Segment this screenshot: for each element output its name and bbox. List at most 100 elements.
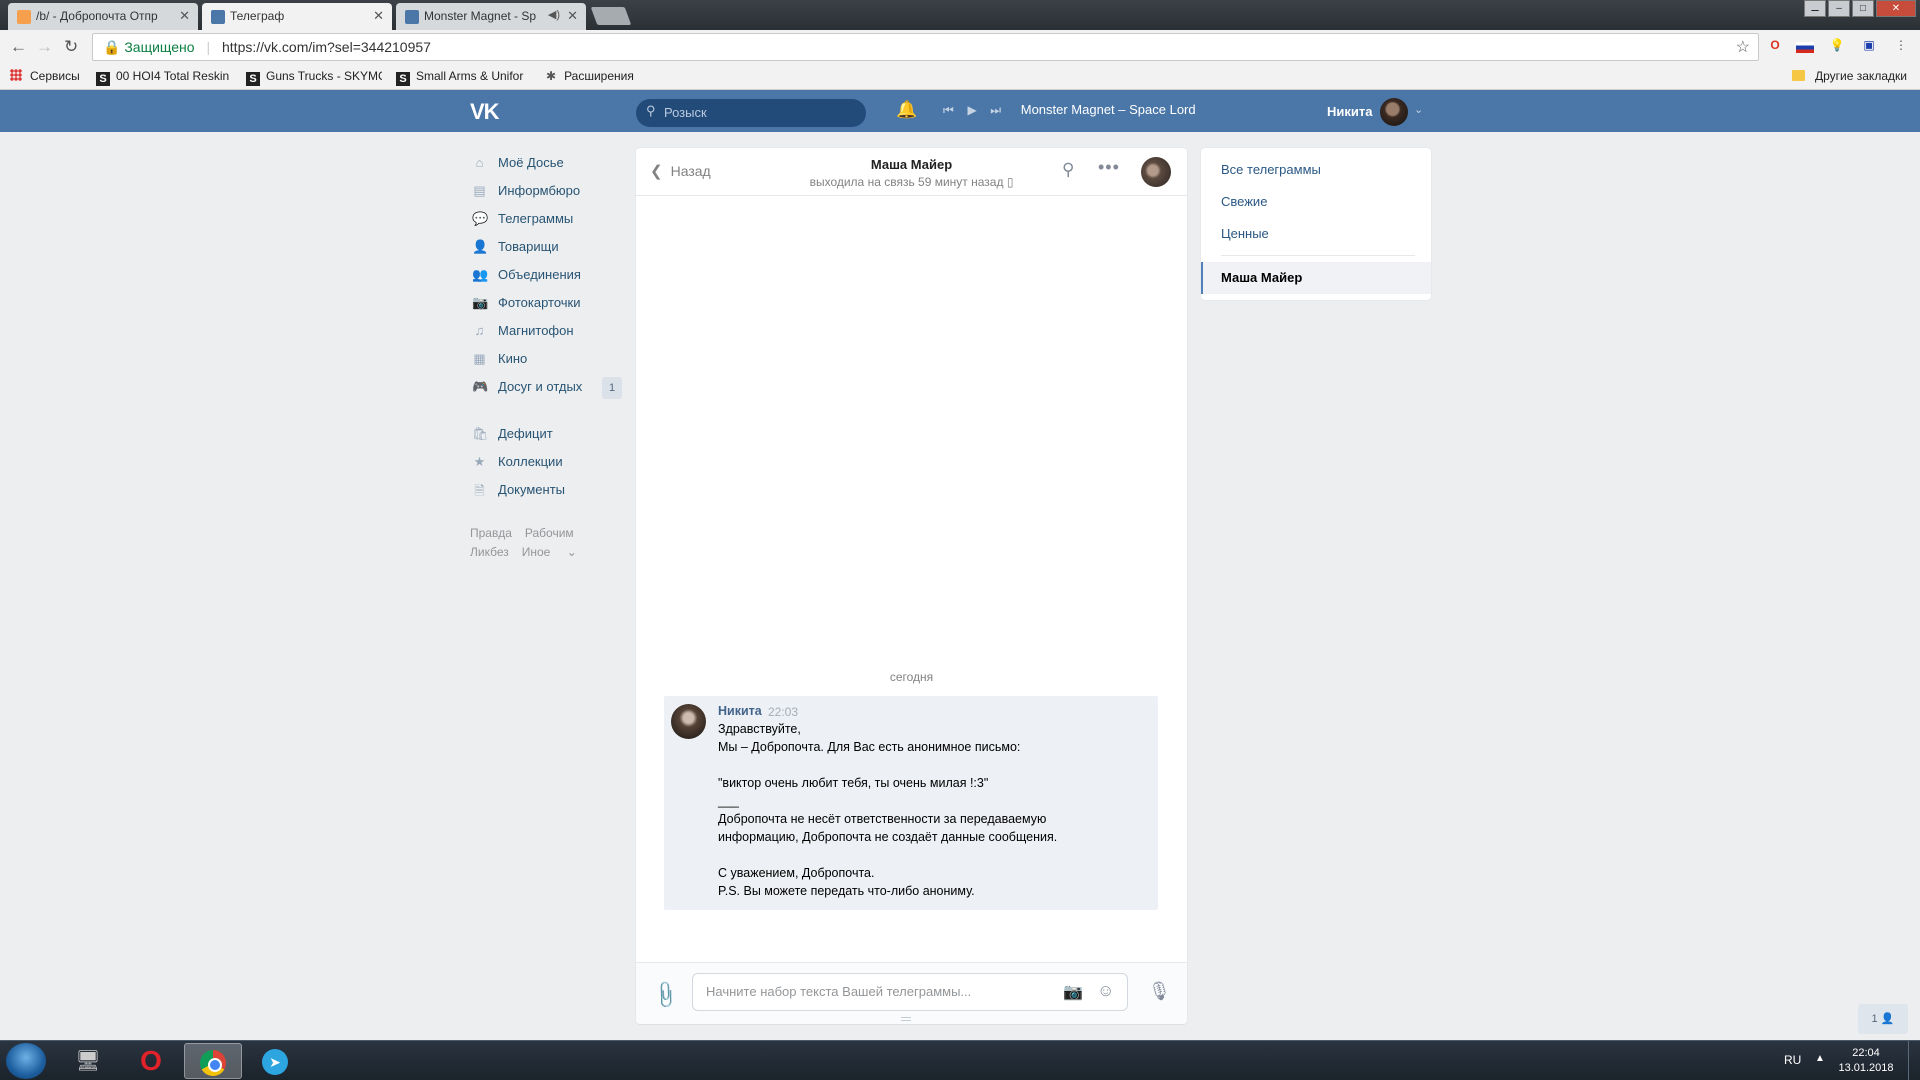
menu-dots-icon[interactable]: ⋮ — [1892, 38, 1910, 56]
message-author[interactable]: Никита — [718, 704, 762, 718]
reload-icon[interactable]: ↻ — [64, 37, 78, 57]
show-desktop-button[interactable] — [1908, 1041, 1920, 1080]
next-track-icon[interactable]: ⏭ — [990, 103, 1001, 117]
forward-arrow-icon[interactable]: → — [36, 37, 53, 57]
steam-s-icon: S — [246, 72, 260, 86]
gamepad-icon: 🎮 — [472, 379, 489, 394]
close-tab-icon[interactable]: ✕ — [179, 8, 190, 24]
friend-icon: 👤 — [472, 239, 489, 254]
window-controls: ⚊ – □ ✕ — [1802, 0, 1916, 17]
taskbar-app-telegram[interactable]: ➤ — [246, 1043, 304, 1079]
tab-title: Телеграф — [230, 9, 285, 23]
active-conversation[interactable]: Маша Майер — [1201, 262, 1431, 294]
bookmark-item[interactable]: S Guns Trucks - SKYMC — [246, 69, 382, 86]
separator: | — [206, 39, 211, 55]
search-input[interactable]: ⚲ Розыск — [636, 99, 866, 127]
avatar[interactable] — [1380, 98, 1408, 126]
minimize-button[interactable]: – — [1828, 0, 1850, 17]
user-icon[interactable]: ⚊ — [1804, 0, 1826, 17]
paperclip-icon[interactable]: 📎 — [649, 978, 683, 1012]
opera-icon: O — [140, 1045, 162, 1076]
film-icon: ▦ — [473, 351, 486, 366]
new-tab-button[interactable] — [590, 7, 632, 25]
microphone-icon[interactable]: 🎙 — [1148, 981, 1171, 1002]
filter-all[interactable]: Все телеграммы — [1221, 162, 1321, 177]
resize-handle[interactable] — [901, 1017, 911, 1021]
audio-playing-icon[interactable]: ◀) — [548, 8, 560, 21]
taskbar-app-opera[interactable]: O — [122, 1043, 180, 1079]
vk-logo-icon[interactable]: VK — [470, 99, 500, 125]
message-input[interactable]: Начните набор текста Вашей телеграммы...… — [692, 973, 1128, 1011]
taskbar-app-explorer[interactable]: 🖥 — [59, 1043, 117, 1079]
browser-tab-active[interactable]: Телеграф ✕ — [202, 3, 392, 30]
mobile-icon: ▯ — [1006, 175, 1014, 189]
footer-link[interactable]: Ликбез — [470, 545, 509, 559]
lightbulb-icon[interactable]: 💡 — [1828, 38, 1846, 56]
system-clock[interactable]: 22:04 13.01.2018 — [1836, 1046, 1896, 1076]
footer-more[interactable]: Иное ⌄ — [522, 545, 577, 559]
online-friends-widget[interactable]: 1 👤 — [1858, 1004, 1908, 1034]
other-bookmarks[interactable]: Другие закладки — [1792, 69, 1907, 83]
message[interactable]: Никита 22:03 Здравствуйте, Мы – Добропоч… — [664, 696, 1158, 910]
maximize-button[interactable]: □ — [1852, 0, 1874, 17]
close-tab-icon[interactable]: ✕ — [373, 8, 384, 24]
url-text: https://vk.com/im?sel=344210957 — [222, 39, 431, 55]
vk-favicon-icon — [211, 10, 225, 24]
emoji-icon[interactable]: ☺ — [1097, 981, 1114, 1001]
taskbar-app-chrome[interactable] — [184, 1043, 242, 1079]
filter-important[interactable]: Ценные — [1221, 226, 1269, 241]
close-tab-icon[interactable]: ✕ — [567, 8, 578, 24]
filter-unread[interactable]: Свежие — [1221, 194, 1267, 209]
avatar[interactable] — [671, 704, 706, 739]
user-name[interactable]: Никита — [1327, 104, 1372, 119]
bookmark-item[interactable]: ✱ Расширения — [546, 69, 634, 83]
extension-icon[interactable]: ▣ — [1860, 38, 1878, 56]
apps-grid-icon — [10, 69, 22, 81]
menu-item-photos[interactable]: 📷 Фотокарточки — [470, 290, 622, 318]
previous-track-icon[interactable]: ⏮ — [943, 103, 954, 117]
bookmark-item[interactable]: S 00 HOI4 Total Reskin — [96, 69, 230, 86]
browser-tab[interactable]: /b/ - Добропочта Отпр ✕ — [8, 3, 198, 30]
close-window-button[interactable]: ✕ — [1876, 0, 1916, 17]
language-indicator[interactable]: RU — [1784, 1053, 1801, 1067]
bookmark-star-icon[interactable]: ☆ — [1736, 37, 1750, 57]
more-dots-icon[interactable]: ••• — [1098, 157, 1120, 178]
menu-item-profile[interactable]: ⌂ Моё Досье — [470, 150, 622, 178]
russia-flag-icon[interactable] — [1796, 42, 1814, 53]
search-icon[interactable]: ⚲ — [1062, 160, 1074, 180]
vk-header: VK ⚲ Розыск 🔔 ⏮ ▶ ⏭ Monster Magnet – Spa… — [0, 90, 1920, 132]
menu-item-documents[interactable]: 🗎 Документы — [470, 477, 622, 505]
chat-header: ❮ Назад Маша Майер выходила на связь 59 м… — [636, 148, 1187, 196]
vk-favicon-icon — [405, 10, 419, 24]
peer-avatar[interactable] — [1141, 157, 1171, 187]
camera-icon: 📷 — [472, 295, 489, 310]
menu-item-music[interactable]: ♫ Магнитофон — [470, 318, 622, 346]
menu-item-market[interactable]: 🛍 Дефицит — [470, 421, 622, 449]
lock-icon: 🔒 — [103, 39, 121, 55]
bookmark-item[interactable]: S Small Arms & Unifor — [396, 69, 532, 86]
chevron-down-icon[interactable]: ⌄ — [1414, 103, 1423, 116]
menu-item-messages[interactable]: 💬 Телеграммы — [470, 206, 622, 234]
menu-item-friends[interactable]: 👤 Товарищи — [470, 234, 622, 262]
address-bar[interactable]: 🔒 Защищено | https://vk.com/im?sel=34421… — [92, 33, 1759, 61]
play-icon[interactable]: ▶ — [967, 103, 976, 117]
menu-item-bookmarks[interactable]: ★ Коллекции — [470, 449, 622, 477]
tray-expand-icon[interactable]: ▲ — [1815, 1053, 1825, 1064]
browser-tab[interactable]: Monster Magnet - Sp ◀) ✕ — [396, 3, 586, 30]
footer-link[interactable]: Рабочим — [525, 526, 574, 540]
camera-icon[interactable]: 📷 — [1063, 982, 1083, 1002]
star-icon: ★ — [473, 454, 486, 469]
bookmark-apps[interactable]: Сервисы — [10, 69, 80, 83]
menu-item-news[interactable]: ▤ Информбюро — [470, 178, 622, 206]
footer-link[interactable]: Правда — [470, 526, 512, 540]
message-time[interactable]: 22:03 — [768, 705, 798, 719]
menu-item-games[interactable]: 🎮 Досуг и отдых 1 — [470, 374, 622, 402]
menu-item-videos[interactable]: ▦ Кино — [470, 346, 622, 374]
track-title[interactable]: Monster Magnet – Space Lord — [1021, 102, 1196, 117]
notifications-bell-icon[interactable]: 🔔 — [896, 100, 917, 120]
back-arrow-icon[interactable]: ← — [10, 37, 27, 57]
opera-extension-icon[interactable]: O — [1766, 38, 1784, 56]
bookmarks-bar: Сервисы S 00 HOI4 Total Reskin S Guns Truc… — [0, 64, 1920, 90]
menu-item-groups[interactable]: 👥 Объединения — [470, 262, 622, 290]
start-button[interactable] — [6, 1043, 46, 1079]
